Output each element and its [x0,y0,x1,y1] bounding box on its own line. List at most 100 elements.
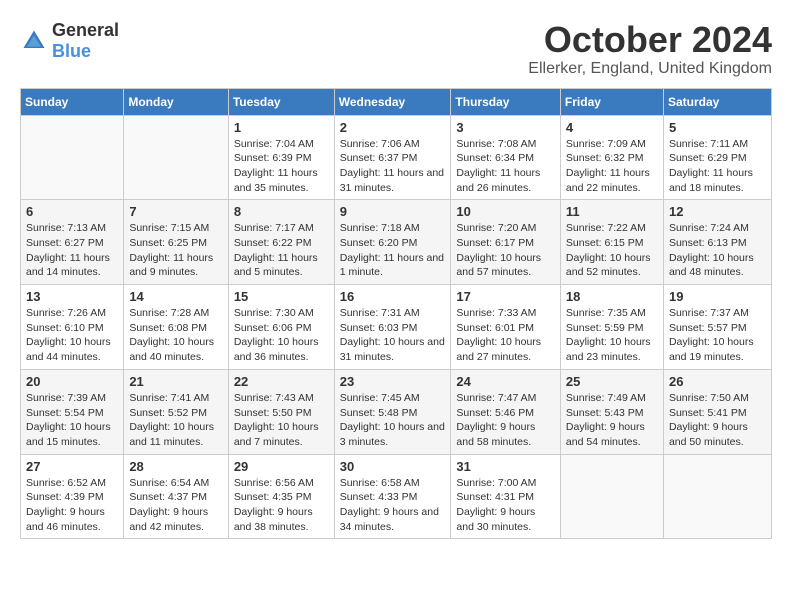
calendar-cell: 8 Sunrise: 7:17 AMSunset: 6:22 PMDaylight… [228,200,334,285]
day-info: Sunrise: 7:39 AMSunset: 5:54 PMDaylight:… [26,391,118,450]
calendar-cell [560,454,663,539]
weekday-header-friday: Friday [560,88,663,115]
calendar-cell [663,454,771,539]
calendar-cell: 14Sunrise: 7:28 AMSunset: 6:08 PMDayligh… [124,285,228,370]
page-header: General Blue October 2024 Ellerker, Engl… [20,20,772,78]
day-info: Sunrise: 7:43 AMSunset: 5:50 PMDaylight:… [234,391,329,450]
day-info: Sunrise: 7:28 AMSunset: 6:08 PMDaylight:… [129,306,222,365]
day-info: Sunrise: 7:11 AMSunset: 6:29 PMDaylight:… [669,137,766,196]
day-info: Sunrise: 7:26 AMSunset: 6:10 PMDaylight:… [26,306,118,365]
month-title: October 2024 [528,20,772,60]
calendar-week-row: 6 Sunrise: 7:13 AMSunset: 6:27 PMDaylight… [21,200,772,285]
day-info: Sunrise: 7:45 AMSunset: 5:48 PMDaylight:… [340,391,446,450]
calendar-cell: 4 Sunrise: 7:09 AMSunset: 6:32 PMDaylight… [560,115,663,200]
calendar-cell: 9 Sunrise: 7:18 AMSunset: 6:20 PMDaylight… [334,200,451,285]
day-number: 27 [26,459,118,474]
day-number: 11 [566,204,658,219]
day-number: 1 [234,120,329,135]
calendar-cell [124,115,228,200]
day-number: 24 [456,374,555,389]
day-info: Sunrise: 7:13 AMSunset: 6:27 PMDaylight:… [26,221,118,280]
calendar-cell: 5 Sunrise: 7:11 AMSunset: 6:29 PMDaylight… [663,115,771,200]
day-number: 25 [566,374,658,389]
day-info: Sunrise: 7:33 AMSunset: 6:01 PMDaylight:… [456,306,555,365]
calendar-cell: 22 Sunrise: 7:43 AMSunset: 5:50 PMDayligh… [228,369,334,454]
calendar-cell: 31 Sunrise: 7:00 AMSunset: 4:31 PMDayligh… [451,454,561,539]
day-info: Sunrise: 7:50 AMSunset: 5:41 PMDaylight:… [669,391,766,450]
calendar-cell: 2 Sunrise: 7:06 AMSunset: 6:37 PMDaylight… [334,115,451,200]
day-info: Sunrise: 6:58 AMSunset: 4:33 PMDaylight:… [340,476,446,535]
day-number: 10 [456,204,555,219]
day-info: Sunrise: 7:35 AMSunset: 5:59 PMDaylight:… [566,306,658,365]
day-number: 28 [129,459,222,474]
day-info: Sunrise: 7:09 AMSunset: 6:32 PMDaylight:… [566,137,658,196]
day-number: 5 [669,120,766,135]
day-info: Sunrise: 7:00 AMSunset: 4:31 PMDaylight:… [456,476,555,535]
day-number: 4 [566,120,658,135]
weekday-header-monday: Monday [124,88,228,115]
logo-icon [20,27,48,55]
calendar-cell: 18Sunrise: 7:35 AMSunset: 5:59 PMDayligh… [560,285,663,370]
day-number: 7 [129,204,222,219]
calendar-cell: 11 Sunrise: 7:22 AMSunset: 6:15 PMDayligh… [560,200,663,285]
day-number: 6 [26,204,118,219]
day-info: Sunrise: 7:22 AMSunset: 6:15 PMDaylight:… [566,221,658,280]
day-info: Sunrise: 7:04 AMSunset: 6:39 PMDaylight:… [234,137,329,196]
calendar-cell: 16 Sunrise: 7:31 AMSunset: 6:03 PMDayligh… [334,285,451,370]
day-info: Sunrise: 7:18 AMSunset: 6:20 PMDaylight:… [340,221,446,280]
day-number: 2 [340,120,446,135]
day-info: Sunrise: 7:49 AMSunset: 5:43 PMDaylight:… [566,391,658,450]
day-info: Sunrise: 7:30 AMSunset: 6:06 PMDaylight:… [234,306,329,365]
calendar-cell: 29Sunrise: 6:56 AMSunset: 4:35 PMDayligh… [228,454,334,539]
day-number: 16 [340,289,446,304]
day-number: 30 [340,459,446,474]
calendar-cell: 3Sunrise: 7:08 AMSunset: 6:34 PMDaylight… [451,115,561,200]
calendar-table: SundayMondayTuesdayWednesdayThursdayFrid… [20,88,772,540]
weekday-header-wednesday: Wednesday [334,88,451,115]
day-number: 29 [234,459,329,474]
day-info: Sunrise: 7:06 AMSunset: 6:37 PMDaylight:… [340,137,446,196]
weekday-header-thursday: Thursday [451,88,561,115]
calendar-cell: 7 Sunrise: 7:15 AMSunset: 6:25 PMDaylight… [124,200,228,285]
day-number: 22 [234,374,329,389]
calendar-cell: 23 Sunrise: 7:45 AMSunset: 5:48 PMDayligh… [334,369,451,454]
day-info: Sunrise: 7:20 AMSunset: 6:17 PMDaylight:… [456,221,555,280]
day-info: Sunrise: 7:17 AMSunset: 6:22 PMDaylight:… [234,221,329,280]
day-info: Sunrise: 7:31 AMSunset: 6:03 PMDaylight:… [340,306,446,365]
calendar-cell: 24 Sunrise: 7:47 AMSunset: 5:46 PMDayligh… [451,369,561,454]
day-number: 23 [340,374,446,389]
weekday-header-saturday: Saturday [663,88,771,115]
calendar-cell: 15Sunrise: 7:30 AMSunset: 6:06 PMDayligh… [228,285,334,370]
day-info: Sunrise: 7:15 AMSunset: 6:25 PMDaylight:… [129,221,222,280]
day-info: Sunrise: 7:47 AMSunset: 5:46 PMDaylight:… [456,391,555,450]
day-info: Sunrise: 7:08 AMSunset: 6:34 PMDaylight:… [456,137,555,196]
calendar-cell: 17 Sunrise: 7:33 AMSunset: 6:01 PMDayligh… [451,285,561,370]
location: Ellerker, England, United Kingdom [528,60,772,78]
calendar-week-row: 27Sunrise: 6:52 AMSunset: 4:39 PMDayligh… [21,454,772,539]
weekday-header-row: SundayMondayTuesdayWednesdayThursdayFrid… [21,88,772,115]
day-number: 8 [234,204,329,219]
calendar-week-row: 20 Sunrise: 7:39 AMSunset: 5:54 PMDayligh… [21,369,772,454]
calendar-cell: 6 Sunrise: 7:13 AMSunset: 6:27 PMDaylight… [21,200,124,285]
calendar-cell: 27Sunrise: 6:52 AMSunset: 4:39 PMDayligh… [21,454,124,539]
calendar-cell: 26 Sunrise: 7:50 AMSunset: 5:41 PMDayligh… [663,369,771,454]
day-info: Sunrise: 7:41 AMSunset: 5:52 PMDaylight:… [129,391,222,450]
calendar-cell: 13Sunrise: 7:26 AMSunset: 6:10 PMDayligh… [21,285,124,370]
calendar-cell [21,115,124,200]
day-info: Sunrise: 7:37 AMSunset: 5:57 PMDaylight:… [669,306,766,365]
calendar-cell: 21Sunrise: 7:41 AMSunset: 5:52 PMDayligh… [124,369,228,454]
calendar-cell: 10 Sunrise: 7:20 AMSunset: 6:17 PMDayligh… [451,200,561,285]
calendar-cell: 28Sunrise: 6:54 AMSunset: 4:37 PMDayligh… [124,454,228,539]
day-number: 12 [669,204,766,219]
weekday-header-tuesday: Tuesday [228,88,334,115]
logo: General Blue [20,20,119,62]
calendar-cell: 25 Sunrise: 7:49 AMSunset: 5:43 PMDayligh… [560,369,663,454]
calendar-cell: 30 Sunrise: 6:58 AMSunset: 4:33 PMDayligh… [334,454,451,539]
day-number: 26 [669,374,766,389]
day-number: 20 [26,374,118,389]
day-number: 9 [340,204,446,219]
weekday-header-sunday: Sunday [21,88,124,115]
calendar-week-row: 13Sunrise: 7:26 AMSunset: 6:10 PMDayligh… [21,285,772,370]
day-number: 17 [456,289,555,304]
day-number: 31 [456,459,555,474]
